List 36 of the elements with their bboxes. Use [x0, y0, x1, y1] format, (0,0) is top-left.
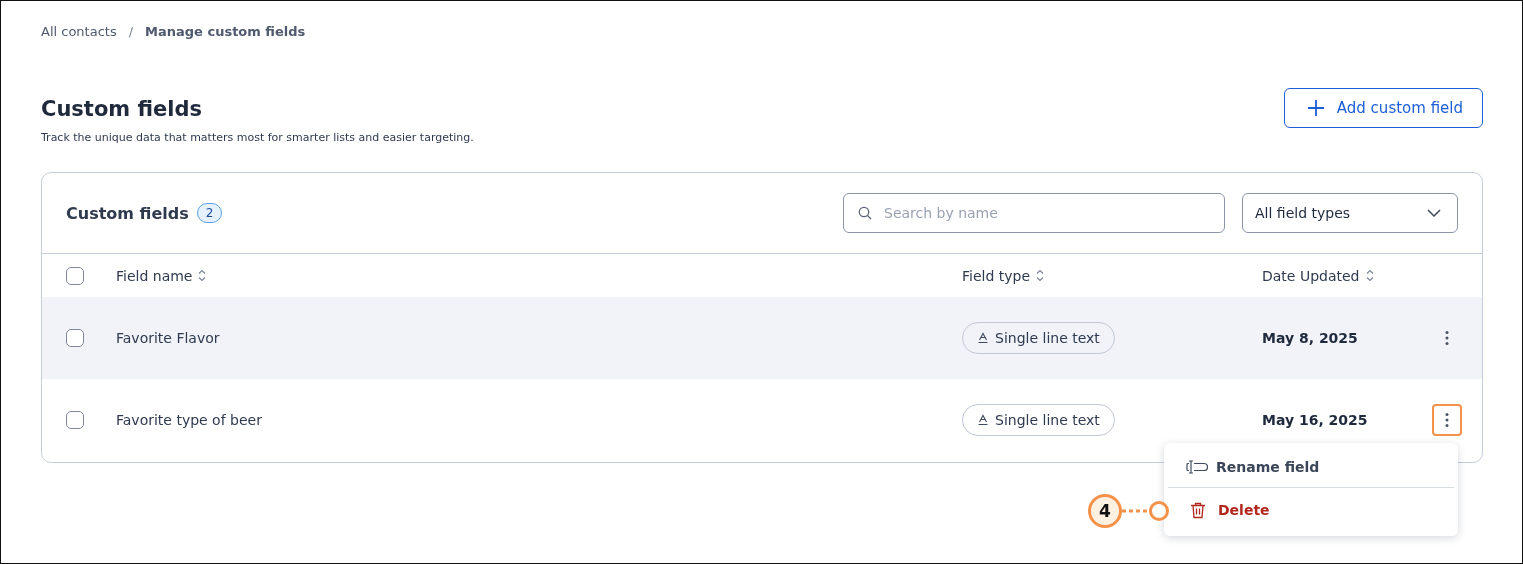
breadcrumb-current: Manage custom fields: [145, 23, 306, 39]
chevron-down-icon: [1427, 209, 1441, 217]
select-all-checkbox[interactable]: [66, 266, 84, 285]
column-header[interactable]: Field type: [962, 267, 1262, 284]
field-name: Favorite type of beer: [116, 412, 263, 428]
date-updated: May 16, 2025: [1262, 412, 1369, 428]
callout-number: 4: [1088, 494, 1122, 528]
page-title: Custom fields: [41, 97, 204, 121]
field-name: Favorite Flavor: [116, 330, 221, 346]
row-checkbox[interactable]: [66, 411, 84, 429]
page-subtitle: Track the unique data that matters most for smarter lists and easier targeting.: [41, 131, 474, 144]
column-header[interactable]: Date Updated: [1262, 267, 1432, 284]
add-custom-field-button[interactable]: Add custom field: [1283, 88, 1483, 128]
card-title: Custom fields: [66, 203, 189, 223]
menu-item[interactable]: Delete: [1168, 488, 1454, 532]
breadcrumb-link[interactable]: All contacts: [41, 23, 117, 39]
search-icon: [858, 206, 872, 220]
sort-icon[interactable]: [1365, 269, 1374, 282]
text-type-icon: [977, 332, 989, 344]
count-badge: 2: [196, 203, 223, 223]
row-checkbox[interactable]: [66, 329, 84, 347]
sort-icon[interactable]: [1036, 269, 1045, 282]
field-type-dropdown[interactable]: All field types: [1242, 193, 1458, 233]
sort-icon[interactable]: [198, 269, 207, 282]
rename-icon: [1186, 459, 1208, 475]
column-header[interactable]: Field name: [116, 267, 962, 284]
trash-icon: [1190, 501, 1206, 519]
plus-icon: [1306, 99, 1325, 117]
date-updated: May 8, 2025: [1262, 330, 1359, 346]
text-type-icon: [977, 414, 989, 426]
kebab-icon: [1445, 412, 1449, 428]
kebab-icon: [1445, 330, 1449, 346]
breadcrumb-separator: /: [128, 23, 134, 39]
more-options-button[interactable]: [1432, 404, 1462, 436]
menu-item[interactable]: Rename field: [1168, 447, 1454, 487]
search-field[interactable]: Search by name: [843, 193, 1225, 233]
